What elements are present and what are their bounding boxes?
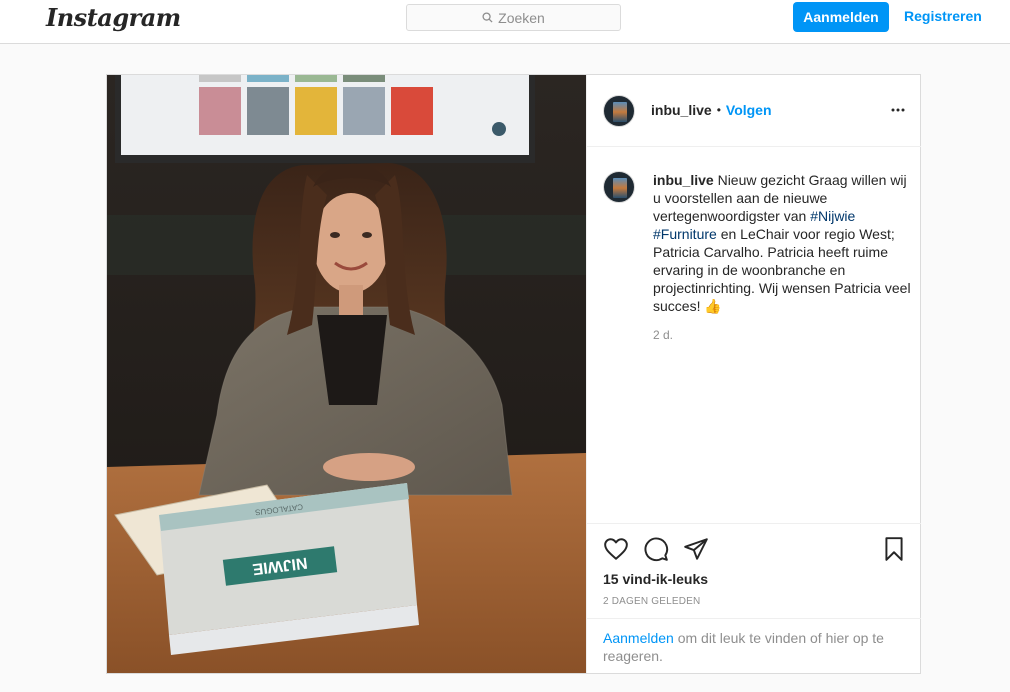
register-link[interactable]: Registreren: [904, 8, 982, 24]
post-header: inbu_live • Volgen: [587, 75, 921, 147]
caption-time[interactable]: 2 d.: [653, 328, 673, 342]
login-button[interactable]: Aanmelden: [793, 2, 889, 32]
search-icon: [482, 12, 493, 23]
follow-button[interactable]: Volgen: [726, 102, 772, 118]
post-date[interactable]: 2 DAGEN GELEDEN: [603, 596, 700, 607]
post-photo[interactable]: NIJWIE CATALOGUS: [107, 75, 586, 673]
search-input[interactable]: Zoeken: [406, 4, 621, 31]
post-sidebar: inbu_live • Volgen inbu_live Nieuw gezic…: [586, 75, 921, 673]
login-prompt: Aanmelden om dit leuk te vinden of hier …: [587, 618, 921, 674]
search-placeholder: Zoeken: [498, 9, 545, 26]
hashtag-link[interactable]: #Furniture: [653, 226, 717, 242]
separator-dot: •: [716, 103, 721, 117]
comment-icon[interactable]: [643, 536, 669, 562]
caption-text: inbu_live Nieuw gezicht Graag willen wij…: [653, 171, 911, 315]
instagram-logo[interactable]: Instagram: [46, 3, 181, 32]
bookmark-icon[interactable]: [881, 536, 907, 562]
post-username[interactable]: inbu_live: [651, 102, 712, 118]
photo-illustration: NIJWIE CATALOGUS: [107, 75, 586, 673]
post-header-meta: inbu_live • Volgen: [651, 102, 772, 118]
post-actions: 15 vind-ik-leuks 2 DAGEN GELEDEN Aanmeld…: [587, 523, 921, 673]
heart-icon[interactable]: [603, 536, 629, 562]
likes-count[interactable]: 15 vind-ik-leuks: [603, 571, 708, 587]
hashtag-link[interactable]: #Nijwie: [810, 208, 855, 224]
caption-username[interactable]: inbu_live: [653, 172, 714, 188]
share-icon[interactable]: [683, 536, 709, 562]
more-options-icon[interactable]: [890, 102, 906, 118]
caption-avatar[interactable]: [603, 171, 635, 203]
avatar[interactable]: [603, 95, 635, 127]
post-card: NIJWIE CATALOGUS inbu_live • Volgen inbu…: [106, 74, 921, 674]
top-navigation-bar: Instagram Zoeken Aanmelden Registreren: [0, 0, 1010, 44]
login-link[interactable]: Aanmelden: [603, 630, 674, 646]
thumbs-up-emoji: 👍: [704, 298, 722, 314]
